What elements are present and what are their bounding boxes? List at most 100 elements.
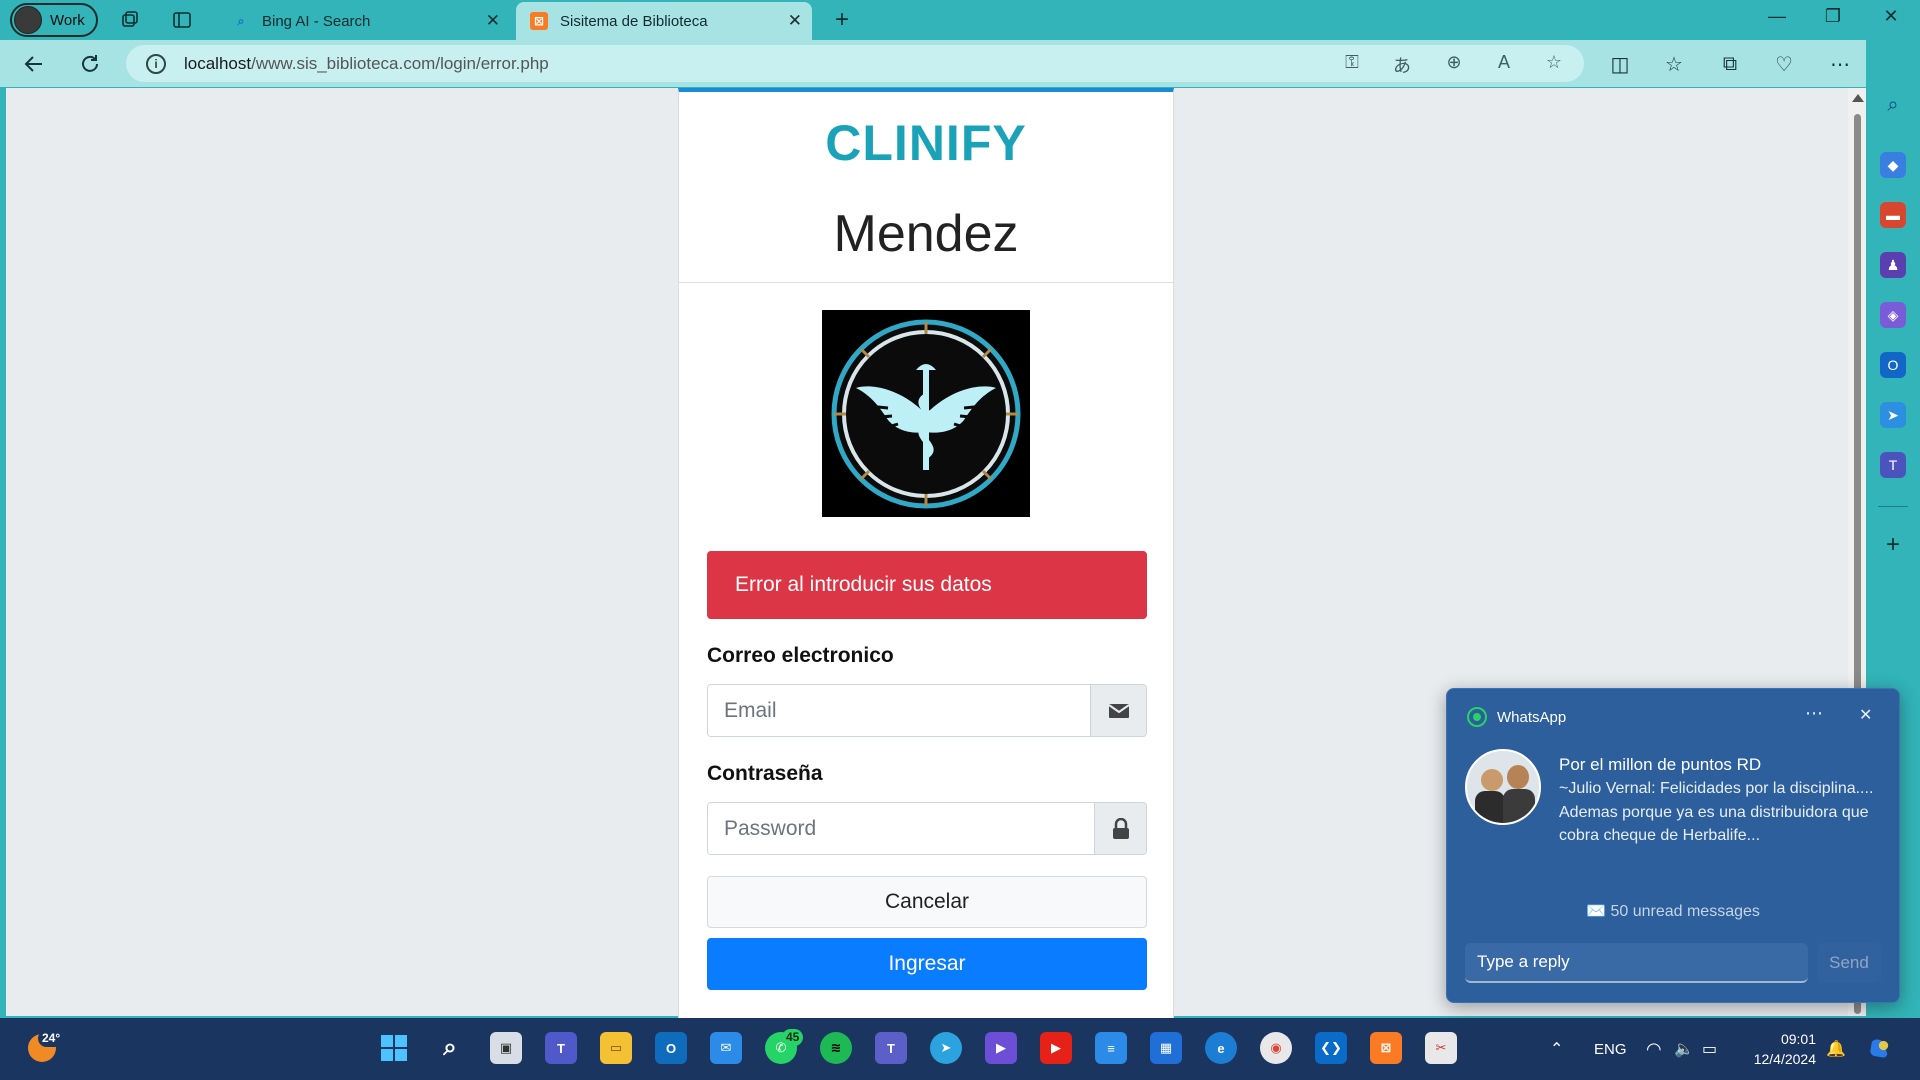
copilot-taskbar-icon[interactable] (1866, 1018, 1894, 1080)
add-icon[interactable]: + (1880, 531, 1906, 558)
restore-icon[interactable]: ❐ (1818, 6, 1848, 27)
search-icon: ⌕ (237, 13, 245, 28)
minimize-icon[interactable]: — (1762, 6, 1792, 27)
youtube-icon[interactable]: ▶ (1040, 1032, 1072, 1064)
split-screen-icon[interactable]: ◫ (1606, 50, 1634, 78)
search-icon[interactable]: ⌕ (434, 1032, 466, 1064)
brand-subtitle: Mendez (833, 205, 1019, 263)
more-menu-icon[interactable]: ⋯ (1826, 50, 1854, 78)
close-tab-icon[interactable]: ✕ (788, 11, 802, 31)
sidebar-divider (1878, 506, 1908, 507)
password-field[interactable] (708, 803, 1094, 854)
start-icon[interactable] (378, 1032, 410, 1064)
notepad-icon[interactable]: ≡ (1095, 1032, 1127, 1064)
read-aloud-icon[interactable]: A (1492, 52, 1516, 73)
profile-button[interactable]: Work (10, 3, 98, 37)
reply-input[interactable]: Type a reply (1465, 943, 1808, 983)
snipping-tool-icon[interactable]: ✂ (1425, 1032, 1457, 1064)
password-label: Contraseña (707, 762, 823, 785)
notification-bell-icon[interactable]: 🔔 (1826, 1018, 1846, 1080)
clipchamp-icon[interactable]: ▶ (985, 1032, 1017, 1064)
refresh-icon[interactable] (76, 50, 104, 78)
translate-icon[interactable]: あ (1390, 52, 1414, 78)
file-explorer-icon[interactable]: ▭ (600, 1032, 632, 1064)
language-indicator[interactable]: ENG (1594, 1018, 1627, 1080)
login-submit-button[interactable]: Ingresar (707, 938, 1147, 990)
battery-icon[interactable]: ▭ (1702, 1018, 1717, 1080)
browser-essentials-icon[interactable]: ♡ (1770, 50, 1798, 78)
outlook-icon[interactable]: O (1880, 352, 1906, 378)
zoom-icon[interactable]: ⊕ (1442, 52, 1466, 73)
edge-icon[interactable]: e (1205, 1032, 1237, 1064)
xampp-icon: ⊠ (530, 12, 548, 30)
windows-taskbar: 24° ⌕ ▣ T ▭ O ✉ ✆ 45 ≋ T ➤ ▶ ▶ ≡ ▦ e ◉ ❮… (0, 1018, 1920, 1080)
divider (679, 282, 1173, 283)
email-field[interactable] (708, 685, 1090, 736)
drop-icon[interactable]: ➤ (1880, 402, 1906, 428)
whatsapp-badge: 45 (782, 1029, 804, 1046)
teams-icon[interactable]: T (1880, 452, 1906, 478)
tab-title: Sisitema de Biblioteca (560, 12, 708, 30)
weather-temp: 24° (38, 1030, 65, 1047)
address-bar[interactable]: i localhost/www.sis_biblioteca.com/login… (126, 45, 1584, 82)
url-host: localhost (184, 53, 252, 73)
profile-label: Work (50, 11, 85, 29)
wifi-icon[interactable]: ◠ (1646, 1018, 1662, 1080)
tab-actions-icon[interactable] (170, 8, 194, 32)
spotify-icon[interactable]: ≋ (820, 1032, 852, 1064)
browser-toolbar: i localhost/www.sis_biblioteca.com/login… (0, 40, 1920, 87)
clock-date: 12/4/2024 (1753, 1051, 1816, 1067)
outlook-icon[interactable]: O (655, 1032, 687, 1064)
calendar-icon[interactable]: ▦ (1150, 1032, 1182, 1064)
envelope-icon (1090, 685, 1146, 736)
cancel-button[interactable]: Cancelar (707, 876, 1147, 928)
xampp-icon[interactable]: ⊠ (1370, 1032, 1402, 1064)
new-tab-icon[interactable]: + (830, 6, 854, 33)
chrome-icon[interactable]: ◉ (1260, 1032, 1292, 1064)
show-hidden-icons[interactable]: ⌃ (1550, 1018, 1563, 1080)
collections-icon[interactable]: ⧉ (1716, 50, 1744, 78)
more-options-icon[interactable]: ⋯ (1805, 703, 1823, 724)
send-button[interactable]: Send (1817, 943, 1881, 983)
email-input-group (707, 684, 1147, 737)
tab-bing[interactable]: ⌕ Bing AI - Search ✕ (218, 2, 510, 40)
search-icon[interactable]: ⌕ (1880, 92, 1906, 118)
task-view-icon[interactable]: ▣ (490, 1032, 522, 1064)
email-label: Correo electronico (707, 644, 894, 667)
shopping-tag-icon[interactable]: ◆ (1880, 152, 1906, 178)
tab-title: Bing AI - Search (262, 12, 371, 30)
unread-count: ✉️ 50 unread messages (1586, 903, 1760, 920)
url-path: /www.sis_biblioteca.com/login/error.php (251, 53, 549, 73)
clinic-logo-image (822, 310, 1030, 517)
whatsapp-icon (1467, 707, 1487, 727)
workspaces-icon[interactable] (118, 8, 142, 32)
teams-icon[interactable]: T (875, 1032, 907, 1064)
volume-icon[interactable]: 🔈 (1674, 1018, 1694, 1080)
notification-title: Por el millon de puntos RD (1559, 755, 1762, 774)
clock[interactable]: 09:01 12/4/2024 (1744, 1018, 1816, 1080)
copilot-app-icon[interactable]: ◈ (1880, 302, 1906, 328)
whatsapp-notification[interactable]: WhatsApp ⋯ ✕ Por el millon de puntos RD … (1446, 688, 1900, 1003)
browser-tab-bar: Work ⌕ Bing AI - Search ✕ ⊠ Sisitema de … (0, 0, 1920, 40)
scroll-up-icon[interactable] (1852, 94, 1864, 102)
close-notification-icon[interactable]: ✕ (1859, 705, 1872, 725)
back-arrow-icon[interactable] (20, 50, 48, 78)
mail-icon[interactable]: ✉ (710, 1032, 742, 1064)
favorites-icon[interactable]: ☆ (1660, 50, 1688, 78)
login-card: CLINIFY Mendez Error al introducir sus d… (678, 88, 1174, 1018)
notification-header: WhatsApp (1467, 707, 1566, 727)
close-window-icon[interactable]: ✕ (1876, 6, 1906, 27)
avatar (14, 6, 42, 34)
telegram-icon[interactable]: ➤ (930, 1032, 962, 1064)
vscode-icon[interactable]: ❮❯ (1315, 1032, 1347, 1064)
tools-icon[interactable]: ▬ (1880, 202, 1906, 228)
favorite-star-icon[interactable]: ☆ (1542, 52, 1566, 73)
close-tab-icon[interactable]: ✕ (486, 11, 500, 31)
avatar (1465, 749, 1541, 825)
tab-biblioteca[interactable]: ⊠ Sisitema de Biblioteca ✕ (516, 2, 812, 40)
teams-chat-icon[interactable]: T (545, 1032, 577, 1064)
brand-title: CLINIFY (825, 115, 1027, 171)
info-icon[interactable]: i (146, 53, 166, 74)
key-icon[interactable]: ⚿ (1340, 52, 1364, 73)
games-icon[interactable]: ♟ (1880, 252, 1906, 278)
